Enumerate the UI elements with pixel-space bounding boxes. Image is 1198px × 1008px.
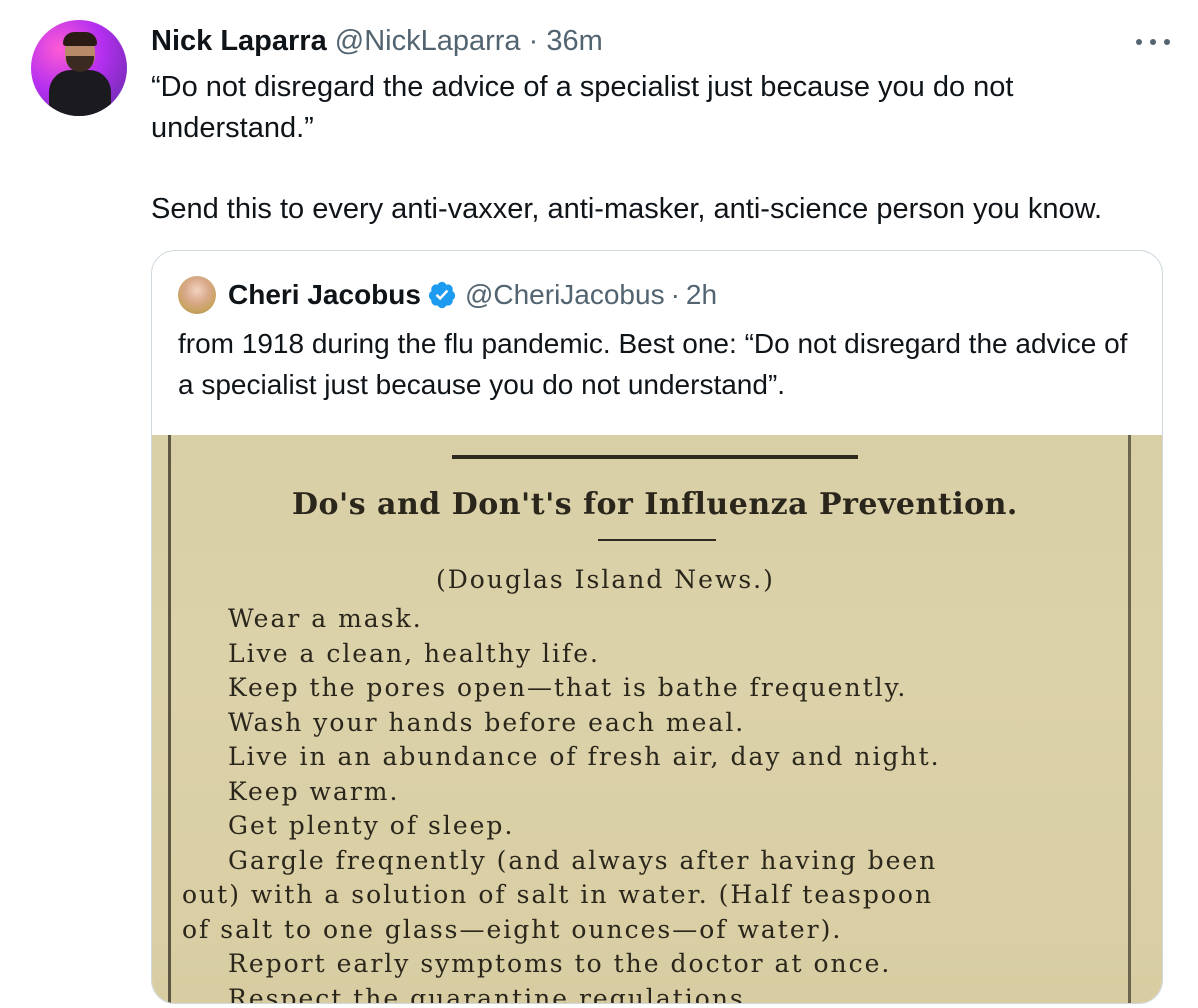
quoted-author-avatar[interactable] bbox=[178, 276, 216, 314]
clipping-line: Live a clean, healthy life. bbox=[228, 638, 601, 668]
author-name[interactable]: Nick Laparra bbox=[151, 25, 327, 57]
separator: · bbox=[528, 25, 539, 57]
clipping-line: Gargle freqnently (and always after havi… bbox=[228, 845, 938, 875]
quoted-tweet-card[interactable]: Cheri Jacobus @CheriJacobus · 2h from 19… bbox=[151, 250, 1163, 1004]
clipping-line: Live in an abundance of fresh air, day a… bbox=[228, 742, 941, 771]
separator: · bbox=[670, 279, 680, 310]
column-rule bbox=[168, 435, 171, 1003]
clipping-line: Keep warm. bbox=[228, 776, 400, 806]
clipping-body: Wear a mask. Live a clean, healthy life.… bbox=[182, 602, 1122, 1004]
quoted-author-handle[interactable]: @CheriJacobus bbox=[465, 279, 665, 311]
more-options-icon[interactable] bbox=[1136, 30, 1170, 54]
clipping-line: Get plenty of sleep. bbox=[228, 811, 515, 840]
divider bbox=[452, 455, 858, 459]
clipping-line: Respect the quarantine regulations. bbox=[228, 983, 755, 1004]
clipping-line: Wash your hands before each meal. bbox=[228, 707, 746, 737]
clipping-headline: Do's and Don't's for Influenza Preventio… bbox=[292, 487, 1018, 522]
divider bbox=[598, 539, 716, 541]
clipping-source: (Douglas Island News.) bbox=[436, 565, 775, 594]
tweet-time[interactable]: 36m bbox=[546, 25, 602, 57]
newspaper-clipping-image[interactable]: Do's and Don't's for Influenza Preventio… bbox=[152, 435, 1162, 1003]
tweet-text: “Do not disregard the advice of a specia… bbox=[151, 67, 1171, 230]
clipping-line: Report early symptoms to the doctor at o… bbox=[228, 949, 892, 978]
quoted-tweet-header: Cheri Jacobus @CheriJacobus · 2h bbox=[178, 276, 717, 314]
clipping-line: of salt to one glass—eight ounces—of wat… bbox=[182, 914, 843, 944]
quoted-tweet-time[interactable]: 2h bbox=[686, 279, 717, 311]
quoted-tweet-text: from 1918 during the flu pandemic. Best … bbox=[178, 328, 1128, 400]
verified-badge-icon bbox=[428, 281, 456, 309]
author-avatar[interactable] bbox=[31, 20, 127, 116]
clipping-line: Wear a mask. bbox=[228, 604, 423, 633]
clipping-line: out) with a solution of salt in water. (… bbox=[182, 880, 934, 909]
clipping-line: Keep the pores open—that is bathe freque… bbox=[228, 673, 908, 702]
tweet-header: Nick Laparra @NickLaparra · 36m bbox=[151, 24, 603, 58]
tweet-text-paragraph: Send this to every anti-vaxxer, anti-mas… bbox=[151, 193, 1103, 225]
tweet-text-paragraph: “Do not disregard the advice of a specia… bbox=[151, 71, 1014, 144]
quoted-author-name[interactable]: Cheri Jacobus bbox=[228, 279, 421, 311]
author-handle[interactable]: @NickLaparra bbox=[335, 25, 521, 57]
column-rule bbox=[1128, 435, 1131, 1003]
